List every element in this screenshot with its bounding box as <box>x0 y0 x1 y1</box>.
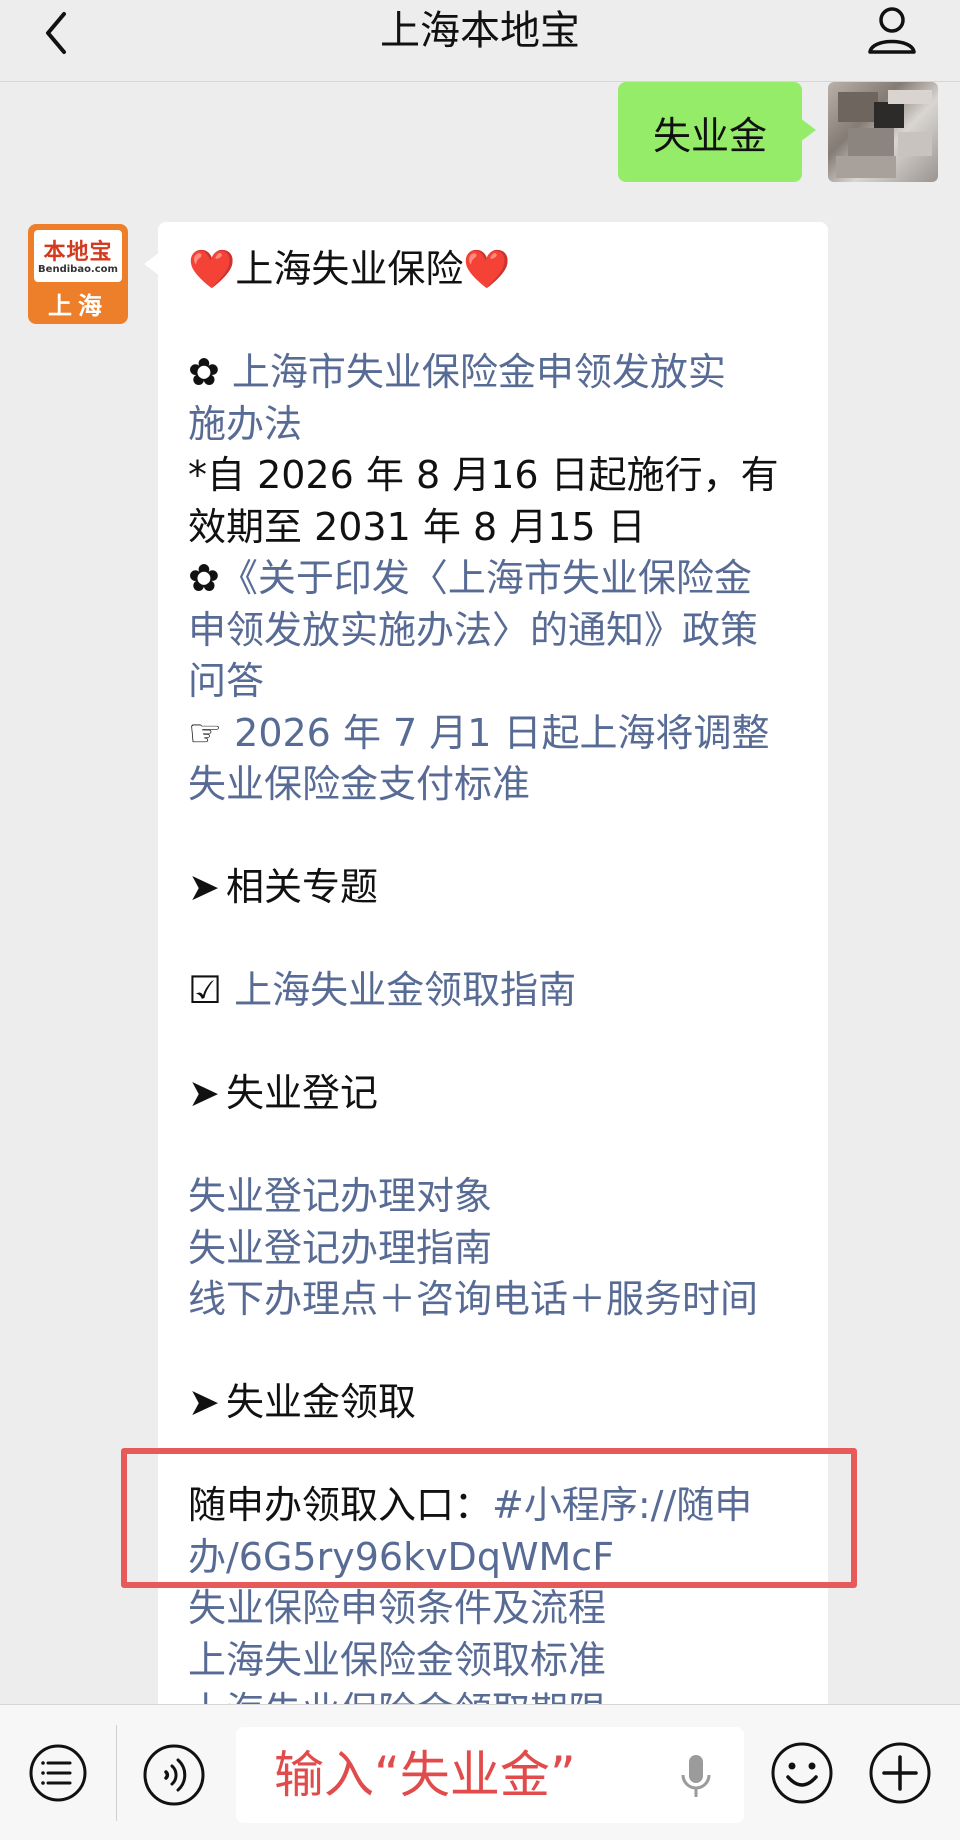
link-conditions-process[interactable]: 失业保险申领条件及流程 <box>188 1583 828 1635</box>
voice-icon[interactable] <box>142 1743 206 1807</box>
message-title-line: ❤️上海失业保险❤️ <box>188 244 828 296</box>
user-message-bubble[interactable]: 失业金 <box>618 82 816 182</box>
bar-divider <box>116 1725 117 1821</box>
entry-label: 随申办领取入口： <box>188 1483 493 1527</box>
flower-icon: ✿ <box>188 556 220 600</box>
link-mini-program-cont[interactable]: 办/6G5ry96kvDqWMcF <box>188 1532 828 1584</box>
pointing-hand-icon: ☞ <box>188 710 235 755</box>
section-heading: ➤ 相关专题 <box>188 862 828 914</box>
link-line: ✿《关于印发〈上海市失业保险金 <box>188 553 828 605</box>
bot-avatar[interactable]: 本地宝 Bendibao.com 上海 <box>28 224 128 324</box>
avatar-logo-city: 上海 <box>48 292 108 320</box>
input-bar: 输入“失业金” <box>0 1704 960 1840</box>
link-mini-program[interactable]: #小程序://随申 <box>492 1483 752 1527</box>
arrow-icon: ➤ <box>188 865 220 909</box>
checkbox-icon: ☑ <box>188 968 235 1012</box>
link-line: ☞ 2026 年 7 月1 日起上海将调整 <box>188 708 828 760</box>
person-icon[interactable] <box>864 2 920 58</box>
input-annotation-text: 输入“失业金” <box>274 1746 576 1804</box>
link-offline-service[interactable]: 线下办理点＋咨询电话＋服务时间 <box>188 1274 828 1326</box>
link-guide[interactable]: 上海失业金领取指南 <box>234 968 576 1012</box>
chat-title: 上海本地宝 <box>380 8 580 54</box>
link-line: ☑ 上海失业金领取指南 <box>188 965 828 1017</box>
validity-note: *自 2026 年 8 月16 日起施行，有 <box>188 453 779 497</box>
avatar-logo-text: 本地宝 <box>43 240 113 265</box>
link-policy-qa-cont2[interactable]: 问答 <box>188 656 828 708</box>
link-benefit-standard[interactable]: 上海失业保险金领取标准 <box>188 1635 828 1687</box>
link-policy-qa-cont[interactable]: 申领发放实施办法〉的通知》政策 <box>188 605 828 657</box>
link-unemployment-rules-cont[interactable]: 施办法 <box>188 399 828 451</box>
section-heading: ➤ 失业金领取 <box>188 1377 828 1429</box>
section-heading: ➤ 失业登记 <box>188 1068 828 1120</box>
section-related-topics: 相关专题 <box>226 865 379 909</box>
section-benefit-claim: 失业金领取 <box>226 1380 417 1424</box>
link-payment-standard-cont[interactable]: 失业保险金支付标准 <box>188 759 828 811</box>
microphone-icon[interactable] <box>676 1751 716 1803</box>
message-title: 上海失业保险 <box>235 247 464 291</box>
entry-line: 随申办领取入口：#小程序://随申 <box>188 1480 828 1532</box>
validity-note-cont: 效期至 2031 年 8 月15 日 <box>188 504 646 549</box>
flower-icon: ✿ <box>188 350 232 394</box>
emoji-icon[interactable] <box>770 1741 834 1805</box>
chat-header: 上海本地宝 <box>0 0 960 82</box>
bot-message-bubble: ❤️上海失业保险❤️ ✿ 上海市失业保险金申领发放实 施办法 *自 2026 年… <box>158 222 828 1722</box>
heart-icon: ❤️ <box>463 247 511 291</box>
message-input[interactable]: 输入“失业金” <box>236 1727 744 1823</box>
plus-icon[interactable] <box>868 1741 932 1805</box>
link-registration-target[interactable]: 失业登记办理对象 <box>188 1171 828 1223</box>
heart-icon: ❤️ <box>188 247 236 291</box>
link-payment-standard[interactable]: 2026 年 7 月1 日起上海将调整 <box>234 711 769 755</box>
link-unemployment-rules[interactable]: 上海市失业保险金申领发放实 <box>232 350 726 394</box>
user-message-text: 失业金 <box>652 113 767 158</box>
user-avatar[interactable] <box>828 82 938 182</box>
arrow-icon: ➤ <box>188 1071 220 1115</box>
section-registration: 失业登记 <box>226 1071 379 1115</box>
link-line: ✿ 上海市失业保险金申领发放实 <box>188 347 828 399</box>
menu-icon[interactable] <box>28 1743 88 1803</box>
avatar-logo-domain: Bendibao.com <box>38 264 118 275</box>
link-policy-qa[interactable]: 《关于印发〈上海市失业保险金 <box>220 556 752 600</box>
link-registration-guide[interactable]: 失业登记办理指南 <box>188 1223 828 1275</box>
arrow-icon: ➤ <box>188 1380 220 1424</box>
